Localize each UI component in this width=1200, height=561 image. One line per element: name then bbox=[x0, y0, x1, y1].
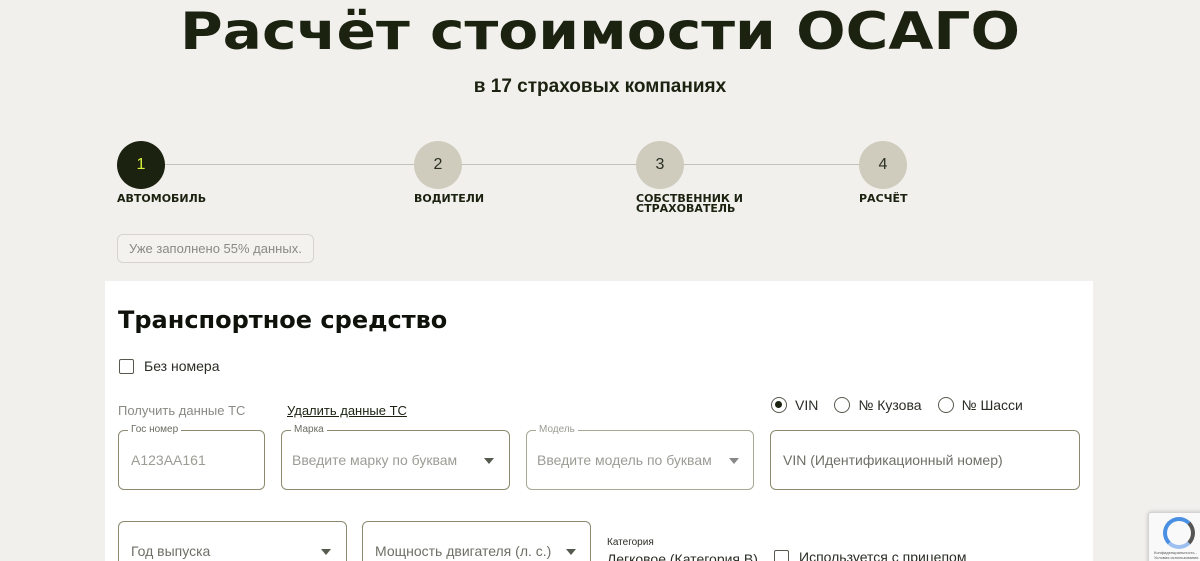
radio-button[interactable] bbox=[834, 397, 851, 413]
category-select[interactable]: Легковое (Категория B) bbox=[607, 551, 758, 561]
get-vehicle-data-button[interactable]: Получить данные ТС bbox=[118, 403, 245, 418]
step-owner[interactable]: 3 Собственник и страхователь bbox=[636, 141, 743, 214]
step-drivers[interactable]: 2 Водители bbox=[414, 141, 484, 204]
chevron-down-icon[interactable] bbox=[321, 549, 331, 555]
id-type-radio-group: VIN № Кузова № Шасси bbox=[771, 397, 1023, 413]
recaptcha-text: Конфиденциальность - Условия использован… bbox=[1154, 550, 1199, 560]
chevron-down-icon[interactable] bbox=[566, 549, 576, 555]
recaptcha-badge[interactable]: Конфиденциальность - Условия использован… bbox=[1148, 512, 1200, 561]
step-number: 4 bbox=[859, 141, 907, 189]
field-placeholder: VIN (Идентификационный номер) bbox=[783, 452, 1003, 468]
checkbox-box[interactable] bbox=[119, 358, 134, 374]
step-car[interactable]: 1 Автомобиль bbox=[117, 141, 206, 204]
page-subtitle: в 17 страховых компаниях bbox=[473, 76, 727, 97]
step-calculation[interactable]: 4 Расчёт bbox=[859, 141, 908, 204]
stepper-line bbox=[140, 164, 885, 165]
progress-note: Уже заполнено 55% данных. bbox=[117, 234, 314, 263]
page-title: Расчёт стоимости ОСАГО bbox=[179, 2, 1021, 62]
step-label: Расчёт bbox=[859, 192, 908, 205]
chevron-down-icon[interactable] bbox=[729, 458, 739, 464]
trailer-checkbox[interactable]: Используется с прицепом bbox=[774, 549, 966, 561]
radio-label: № Кузова bbox=[858, 397, 922, 413]
year-select[interactable]: Год выпуска bbox=[118, 521, 347, 561]
step-label: Водители bbox=[414, 192, 485, 205]
step-number: 2 bbox=[414, 141, 462, 189]
field-placeholder: Мощность двигателя (л. с.) bbox=[375, 543, 552, 559]
field-placeholder: Введите марку по буквам bbox=[292, 452, 458, 468]
checkbox-label: Без номера bbox=[144, 358, 220, 374]
model-select[interactable]: Модель Введите модель по буквам bbox=[526, 424, 754, 490]
step-number: 1 bbox=[117, 141, 165, 189]
field-placeholder: Год выпуска bbox=[131, 543, 211, 559]
recaptcha-icon bbox=[1163, 517, 1195, 549]
step-number: 3 bbox=[636, 141, 684, 189]
vin-input[interactable]: VIN (Идентификационный номер) bbox=[770, 430, 1080, 490]
step-label: Автомобиль bbox=[117, 192, 207, 205]
field-placeholder: А123АА161 bbox=[131, 452, 206, 468]
radio-body-number[interactable]: № Кузова bbox=[834, 397, 922, 413]
field-legend: Модель bbox=[536, 424, 578, 436]
field-legend: Марка bbox=[291, 424, 327, 436]
engine-power-select[interactable]: Мощность двигателя (л. с.) bbox=[362, 521, 591, 561]
step-label: Собственник и страхователь bbox=[636, 192, 743, 215]
category-label: Категория bbox=[607, 537, 654, 548]
chevron-down-icon[interactable] bbox=[484, 458, 494, 464]
field-placeholder: Введите модель по буквам bbox=[537, 452, 712, 468]
radio-vin[interactable]: VIN bbox=[771, 397, 818, 413]
radio-chassis-number[interactable]: № Шасси bbox=[937, 397, 1023, 413]
no-number-checkbox[interactable]: Без номера bbox=[119, 358, 219, 374]
radio-label: № Шасси bbox=[961, 397, 1023, 413]
radio-label: VIN bbox=[795, 397, 819, 413]
field-legend: Гос номер bbox=[128, 424, 182, 436]
checkbox-label: Используется с прицепом bbox=[799, 549, 967, 561]
radio-button[interactable] bbox=[771, 397, 787, 413]
form-title: Транспортное средство bbox=[118, 306, 448, 334]
radio-button[interactable] bbox=[937, 397, 954, 413]
delete-vehicle-data-link[interactable]: Удалить данные ТС bbox=[287, 403, 407, 418]
checkbox-box[interactable] bbox=[774, 549, 789, 561]
brand-select[interactable]: Марка Введите марку по буквам bbox=[281, 424, 510, 490]
plate-number-input[interactable]: Гос номер А123АА161 bbox=[118, 424, 265, 490]
